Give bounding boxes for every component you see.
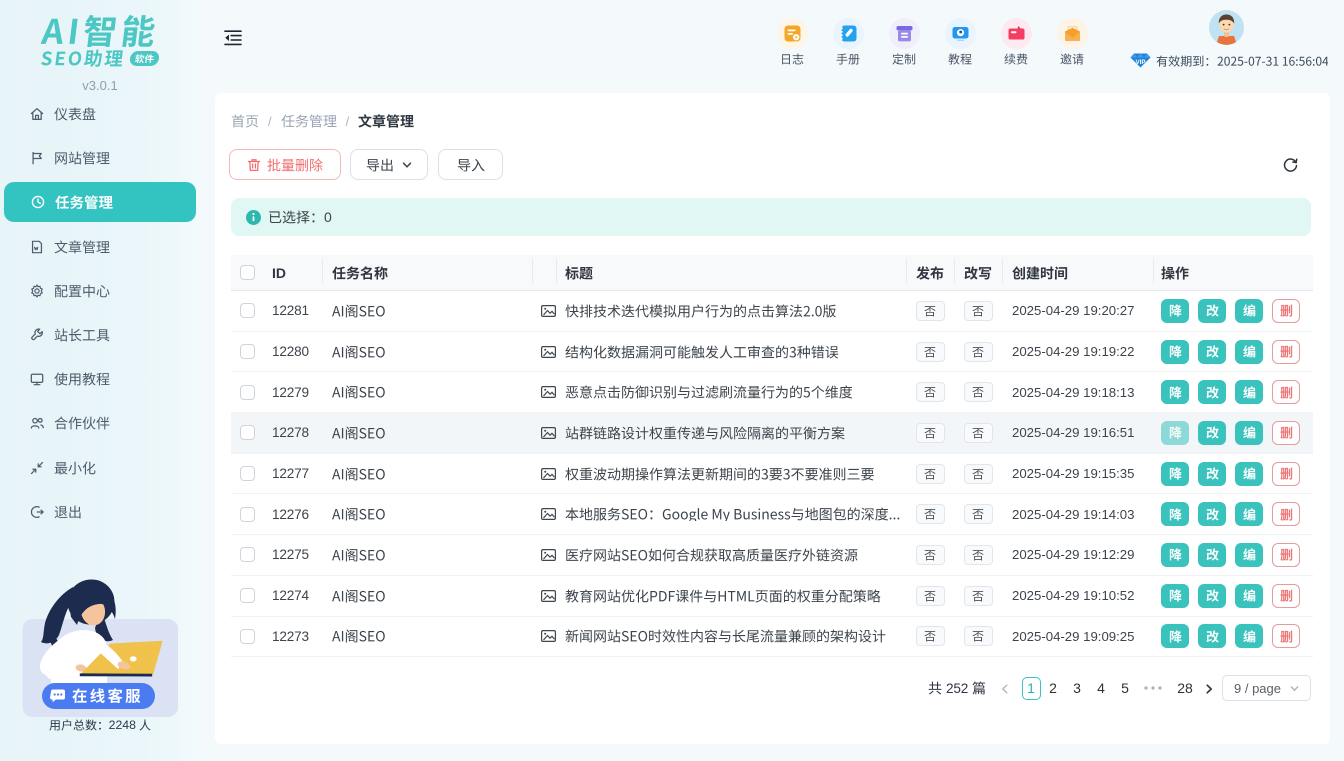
svg-text:VIP: VIP	[1136, 59, 1146, 66]
